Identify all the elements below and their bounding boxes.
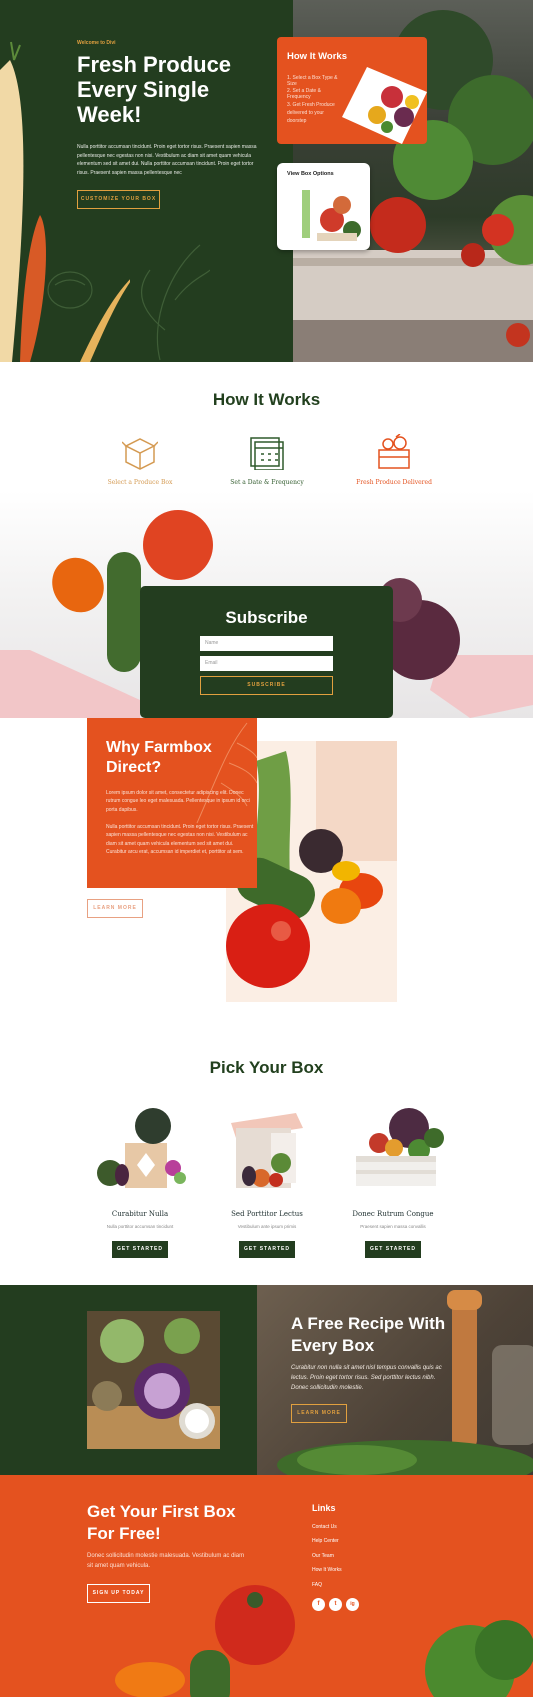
footer-text: Donec sollicitudin molestie malesuada. V…: [87, 1553, 245, 1569]
veggie-cluster-image: [302, 190, 361, 241]
box-options-title: View Box Options: [287, 171, 334, 177]
box-3-subtitle: Praesent sapien massa convallis: [360, 1224, 426, 1229]
twitter-icon[interactable]: t: [329, 1598, 342, 1611]
email-input[interactable]: Email: [200, 656, 333, 671]
step-set-date: Set a Date & Frequency: [230, 479, 304, 486]
recipe-text: Curabitur non nulla sit amet nisl tempus…: [291, 1365, 442, 1391]
box-1-image: [97, 1108, 186, 1188]
why-farmbox-card: Why Farmbox Direct? Lorem ipsum dolor si…: [87, 718, 257, 888]
box-3-get-started-button[interactable]: GET STARTED: [365, 1241, 421, 1258]
customize-box-button[interactable]: CUSTOMIZE YOUR BOX: [77, 190, 160, 209]
instagram-icon[interactable]: ig: [346, 1598, 359, 1611]
hero-eyebrow: Welcome to Divi: [77, 40, 116, 46]
footer-title: Get Your First Box For Free!: [87, 1502, 236, 1543]
produce-box-photo: [342, 67, 427, 144]
box-options-card[interactable]: View Box Options: [277, 163, 370, 250]
hero-text: Nulla porttitor accumsan tincidunt. Proi…: [77, 144, 257, 176]
box-1-get-started-button[interactable]: GET STARTED: [112, 1241, 168, 1258]
box-1-subtitle: Nulla porttitor accumsan tincidunt: [106, 1224, 174, 1229]
hero-section: Welcome to Divi Fresh Produce Every Sing…: [0, 0, 533, 362]
footer-section: Get Your First Box For Free! Donec solli…: [0, 1475, 533, 1697]
how-card-step-1: 1. Select a Box Type & Size: [287, 75, 338, 87]
link-help-center[interactable]: Help Center: [312, 1538, 339, 1544]
facebook-icon[interactable]: f: [312, 1598, 325, 1611]
box-2-image: [231, 1113, 303, 1188]
step-fresh-delivered: Fresh Produce Delivered: [356, 479, 432, 486]
recipe-title: A Free Recipe With Every Box: [291, 1314, 446, 1355]
box-3-name: Donec Rutrum Congue: [352, 1210, 434, 1218]
footer-produce-image: [115, 1585, 533, 1697]
box-2-get-started-button[interactable]: GET STARTED: [239, 1241, 295, 1258]
box-2-name: Sed Porttitor Lectus: [231, 1210, 303, 1218]
hero-title: Fresh Produce Every Single Week!: [77, 52, 232, 127]
leaf-line-illustration: [47, 244, 210, 361]
how-it-works-card: How It Works 1. Select a Box Type & Size…: [277, 37, 427, 144]
subscribe-title: Subscribe: [225, 608, 308, 627]
box-3-image: [356, 1108, 444, 1186]
subscribe-card: Subscribe Name Email SUBSCRIBE: [140, 586, 393, 718]
step-select-box: Select a Produce Box: [107, 479, 173, 486]
crate-icon: [378, 434, 410, 469]
recipe-left-panel: [0, 1285, 257, 1475]
calendar-icon: [250, 437, 284, 470]
box-2-subtitle: Vestibulum ante ipsum primis: [237, 1224, 297, 1229]
how-card-step-2: 2. Set a Date & Frequency: [287, 88, 321, 100]
recipe-right-panel: A Free Recipe With Every Box Curabitur n…: [257, 1285, 533, 1475]
link-our-team[interactable]: Our Team: [312, 1553, 334, 1559]
box-1-name: Curabitur Nulla: [111, 1210, 169, 1218]
why-paragraph-1: Lorem ipsum dolor sit amet, consectetur …: [106, 790, 250, 813]
how-card-step-3: 3. Get Fresh Produce delivered to your d…: [287, 102, 335, 124]
subscribe-button[interactable]: SUBSCRIBE: [200, 676, 333, 695]
recipe-photo: [87, 1311, 220, 1449]
links-title: Links: [312, 1503, 336, 1513]
name-input[interactable]: Name: [200, 636, 333, 651]
link-how-it-works[interactable]: How It Works: [312, 1567, 342, 1573]
box-icon: [122, 438, 158, 470]
link-faq[interactable]: FAQ: [312, 1582, 322, 1588]
how-it-works-title: How It Works: [212, 390, 321, 409]
how-card-title: How It Works: [287, 51, 347, 62]
sign-up-button[interactable]: SIGN UP TODAY: [87, 1584, 150, 1603]
why-paragraph-2: Nulla porttitor accumsan tincidunt. Proi…: [106, 824, 254, 855]
hero-left-panel: Welcome to Divi Fresh Produce Every Sing…: [0, 0, 293, 362]
why-learn-more-button[interactable]: LEARN MORE: [87, 899, 143, 918]
why-title: Why Farmbox Direct?: [106, 739, 212, 776]
link-contact-us[interactable]: Contact Us: [312, 1524, 337, 1530]
pick-your-box-title: Pick Your Box: [209, 1058, 324, 1077]
recipe-learn-more-button[interactable]: LEARN MORE: [291, 1404, 347, 1423]
